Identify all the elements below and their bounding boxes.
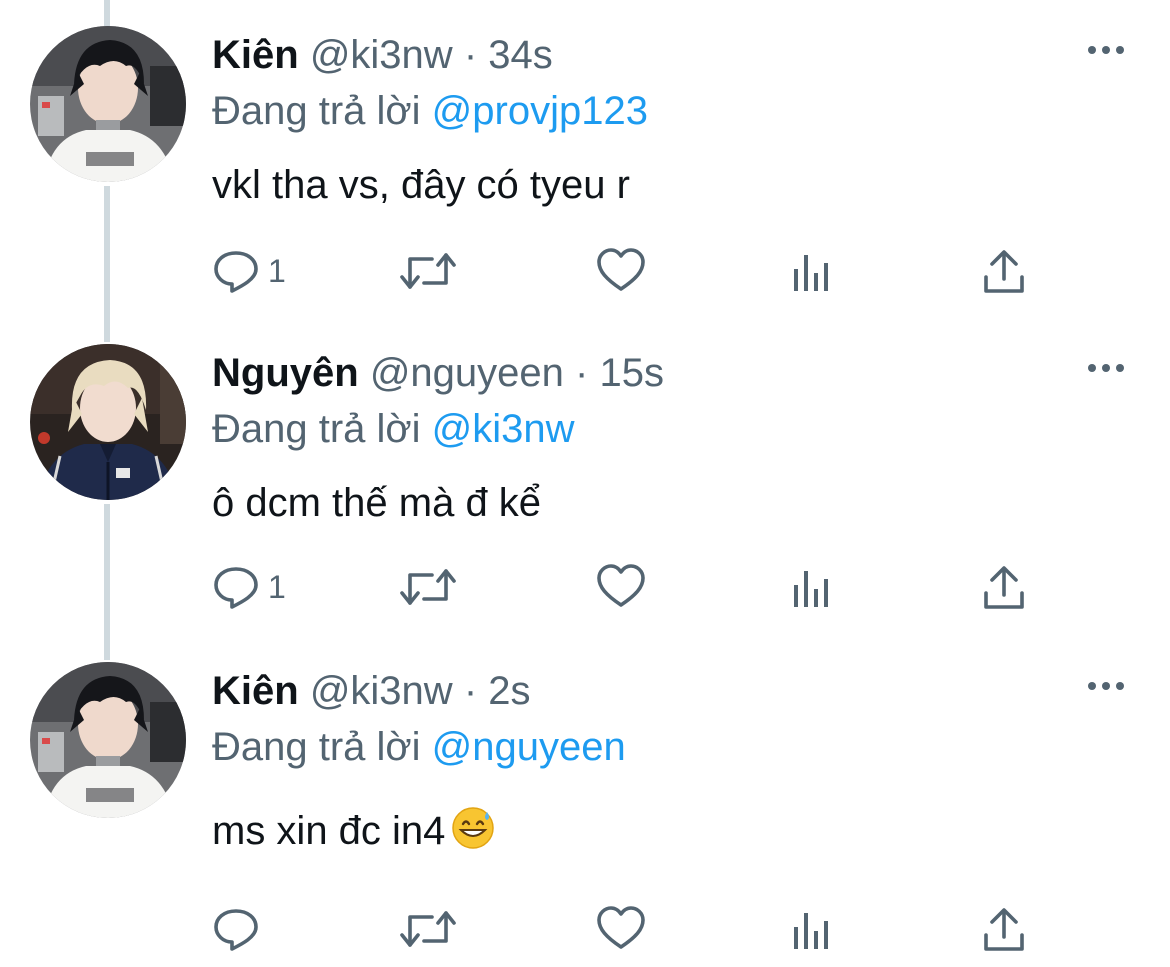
reply-mention[interactable]: @nguyeen bbox=[432, 725, 626, 769]
tweet-actions: 1 bbox=[212, 246, 1052, 296]
display-name[interactable]: Kiên bbox=[212, 33, 299, 77]
separator: · bbox=[463, 669, 478, 713]
reply-icon bbox=[212, 563, 260, 611]
tweet-text-content: ms xin đc in4 bbox=[212, 809, 446, 853]
reply-context: Đang trả lời @ki3nw bbox=[212, 406, 575, 452]
more-options-icon[interactable] bbox=[1086, 40, 1126, 60]
display-name[interactable]: Kiên bbox=[212, 669, 299, 713]
display-name[interactable]: Nguyên bbox=[212, 351, 359, 395]
share-icon bbox=[982, 247, 1026, 295]
tweet-header: Kiên @ki3nw · 34s bbox=[212, 32, 553, 78]
separator: · bbox=[575, 351, 589, 395]
reply-prefix: Đang trả lời bbox=[212, 725, 421, 769]
separator: · bbox=[463, 33, 478, 77]
user-handle[interactable]: @ki3nw bbox=[310, 33, 453, 77]
share-button[interactable] bbox=[982, 246, 1026, 296]
avatar[interactable] bbox=[30, 662, 186, 818]
timestamp[interactable]: 15s bbox=[599, 351, 664, 395]
reply-icon bbox=[212, 247, 260, 295]
tweet[interactable]: Kiên @ki3nw · 34s Đang trả lời @provjp12… bbox=[0, 26, 1170, 326]
reply-count: 1 bbox=[268, 252, 286, 289]
user-handle[interactable]: @nguyeen bbox=[370, 351, 564, 395]
user-handle[interactable]: @ki3nw bbox=[310, 669, 453, 713]
tweet[interactable]: Nguyên @nguyeen · 15s Đang trả lời @ki3n… bbox=[0, 344, 1170, 644]
like-button[interactable] bbox=[596, 562, 646, 612]
heart-icon bbox=[596, 563, 646, 611]
tweet[interactable]: Kiên @ki3nw · 2s Đang trả lời @nguyeen m… bbox=[0, 662, 1170, 967]
timestamp[interactable]: 34s bbox=[488, 33, 553, 77]
reply-prefix: Đang trả lời bbox=[212, 407, 421, 451]
tweet-text: ô dcm thế mà đ kể bbox=[212, 481, 542, 525]
analytics-icon bbox=[792, 905, 832, 953]
reply-count: 1 bbox=[268, 568, 286, 605]
like-button[interactable] bbox=[596, 246, 646, 296]
grinning-sweat-emoji bbox=[451, 806, 495, 860]
analytics-button[interactable] bbox=[792, 904, 832, 954]
tweet-header: Nguyên @nguyeen · 15s bbox=[212, 350, 664, 396]
reply-context: Đang trả lời @nguyeen bbox=[212, 724, 626, 770]
reply-prefix: Đang trả lời bbox=[212, 89, 421, 133]
analytics-button[interactable] bbox=[792, 246, 832, 296]
timestamp[interactable]: 2s bbox=[488, 669, 530, 713]
share-button[interactable] bbox=[982, 562, 1026, 612]
reply-button[interactable] bbox=[212, 904, 268, 954]
tweet-actions bbox=[212, 904, 1052, 954]
retweet-button[interactable] bbox=[400, 904, 456, 954]
avatar[interactable] bbox=[30, 344, 186, 500]
reply-mention[interactable]: @provjp123 bbox=[432, 89, 648, 133]
share-icon bbox=[982, 905, 1026, 953]
tweet-text: vkl tha vs, đây có tyeu r bbox=[212, 163, 630, 207]
more-options-icon[interactable] bbox=[1086, 358, 1126, 378]
analytics-button[interactable] bbox=[792, 562, 832, 612]
reply-button[interactable]: 1 bbox=[212, 246, 286, 296]
like-button[interactable] bbox=[596, 904, 646, 954]
analytics-icon bbox=[792, 563, 832, 611]
reply-icon bbox=[212, 905, 260, 953]
retweet-button[interactable] bbox=[400, 246, 456, 296]
more-options-icon[interactable] bbox=[1086, 676, 1126, 696]
retweet-icon bbox=[400, 563, 456, 611]
retweet-icon bbox=[400, 905, 456, 953]
reply-mention[interactable]: @ki3nw bbox=[432, 407, 575, 451]
avatar[interactable] bbox=[30, 26, 186, 182]
thread-line bbox=[104, 0, 110, 26]
share-button[interactable] bbox=[982, 904, 1026, 954]
reply-context: Đang trả lời @provjp123 bbox=[212, 88, 648, 134]
tweet-header: Kiên @ki3nw · 2s bbox=[212, 668, 531, 714]
tweet-actions: 1 bbox=[212, 562, 1052, 612]
tweet-text: ms xin đc in4 bbox=[212, 806, 495, 860]
retweet-icon bbox=[400, 247, 456, 295]
heart-icon bbox=[596, 905, 646, 953]
reply-button[interactable]: 1 bbox=[212, 562, 286, 612]
share-icon bbox=[982, 563, 1026, 611]
retweet-button[interactable] bbox=[400, 562, 456, 612]
analytics-icon bbox=[792, 247, 832, 295]
heart-icon bbox=[596, 247, 646, 295]
